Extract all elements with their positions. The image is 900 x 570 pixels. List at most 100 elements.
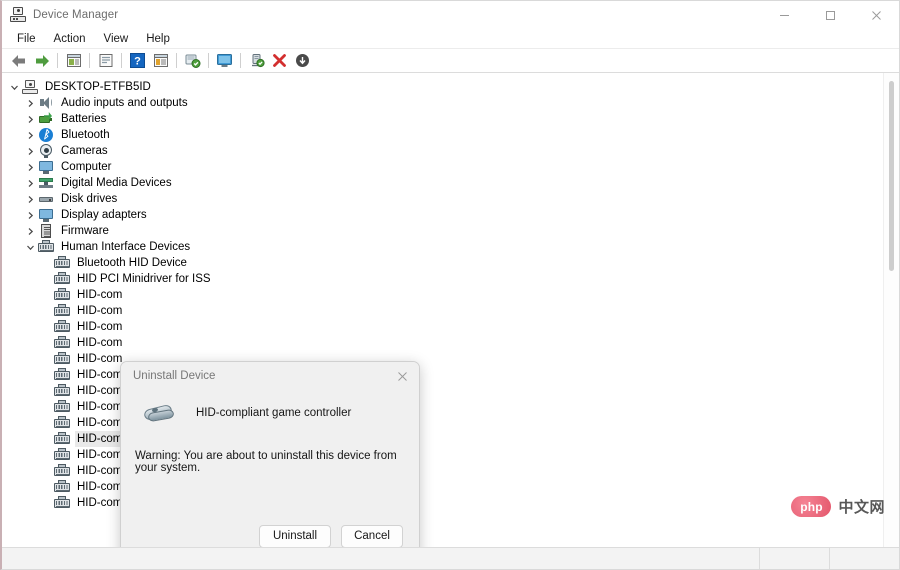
device-row: HID-compliant game controller bbox=[135, 402, 405, 424]
list-item[interactable]: HID-com bbox=[2, 319, 883, 335]
hid-icon bbox=[54, 271, 70, 287]
list-item[interactable]: HID PCI Minidriver for ISS bbox=[2, 271, 883, 287]
show-hide-console-tree-icon[interactable] bbox=[62, 50, 85, 72]
bluetooth-icon: ᛒ bbox=[38, 127, 54, 143]
tree-item-label: Bluetooth bbox=[61, 129, 110, 141]
tree-item-display-adapters[interactable]: Display adapters bbox=[2, 207, 883, 223]
tree-item-label: Digital Media Devices bbox=[61, 177, 172, 189]
chevron-right-icon[interactable] bbox=[22, 127, 38, 143]
firmware-icon bbox=[38, 223, 54, 239]
list-item[interactable]: HID-com bbox=[2, 303, 883, 319]
hid-icon bbox=[54, 447, 70, 463]
tree-item-disk-drives[interactable]: Disk drives bbox=[2, 191, 883, 207]
hid-icon bbox=[54, 479, 70, 495]
chevron-right-icon[interactable] bbox=[22, 223, 38, 239]
dialog-title: Uninstall Device bbox=[133, 370, 216, 382]
tree-item-bluetooth[interactable]: ᛒ Bluetooth bbox=[2, 127, 883, 143]
toolbar-separator bbox=[121, 53, 122, 68]
cancel-button[interactable]: Cancel bbox=[341, 524, 403, 547]
tree-item-human-interface-devices[interactable]: Human Interface Devices bbox=[2, 239, 883, 255]
list-item-label: HID-com bbox=[77, 321, 123, 333]
list-item-label: HID-com bbox=[77, 305, 123, 317]
dialog-footer: Uninstall Cancel bbox=[121, 510, 419, 547]
chevron-right-icon[interactable] bbox=[22, 143, 38, 159]
device-manager-window: Device Manager File Action View Help ? D… bbox=[0, 0, 900, 570]
computer-icon[interactable] bbox=[213, 50, 236, 72]
hid-icon bbox=[54, 383, 70, 399]
chevron-right-icon[interactable] bbox=[22, 95, 38, 111]
tree-root-desktop[interactable]: DESKTOP-ETFB5ID bbox=[2, 79, 883, 95]
window-controls bbox=[761, 1, 899, 29]
chevron-down-icon[interactable] bbox=[6, 79, 22, 95]
chevron-right-icon[interactable] bbox=[22, 191, 38, 207]
tree-item-digital-media-devices[interactable]: Digital Media Devices bbox=[2, 175, 883, 191]
menu-help[interactable]: Help bbox=[137, 30, 179, 48]
menubar: File Action View Help bbox=[2, 29, 899, 49]
hid-icon bbox=[54, 255, 70, 271]
disk-drive-icon bbox=[38, 191, 54, 207]
titlebar: Device Manager bbox=[2, 1, 899, 29]
enable-device-icon[interactable] bbox=[245, 50, 268, 72]
list-item-label: HID PCI Minidriver for ISS bbox=[77, 273, 211, 285]
minimize-button[interactable] bbox=[761, 1, 807, 29]
vertical-scrollbar[interactable] bbox=[883, 73, 899, 547]
tree-item-audio-inputs-and-outputs[interactable]: Audio inputs and outputs bbox=[2, 95, 883, 111]
watermark-text: 中文网 bbox=[838, 499, 885, 516]
hid-icon bbox=[54, 463, 70, 479]
tree-item-batteries[interactable]: Batteries bbox=[2, 111, 883, 127]
update-driver-icon[interactable] bbox=[181, 50, 204, 72]
window-title: Device Manager bbox=[33, 9, 119, 21]
menu-view[interactable]: View bbox=[95, 30, 138, 48]
tree-item-label: Human Interface Devices bbox=[61, 241, 191, 253]
statusbar bbox=[2, 547, 899, 569]
content-area: DESKTOP-ETFB5ID Audio inputs and outputs… bbox=[2, 73, 899, 547]
back-icon[interactable] bbox=[7, 50, 30, 72]
tree-item-label: Disk drives bbox=[61, 193, 118, 205]
help-icon[interactable]: ? bbox=[126, 50, 149, 72]
computer-icon bbox=[22, 79, 38, 95]
close-button[interactable] bbox=[853, 1, 899, 29]
tree-item-label: Batteries bbox=[61, 113, 107, 125]
menu-action[interactable]: Action bbox=[45, 30, 95, 48]
chevron-down-icon[interactable] bbox=[22, 239, 38, 255]
install-legacy-hardware-icon[interactable] bbox=[291, 50, 314, 72]
chevron-right-icon[interactable] bbox=[22, 207, 38, 223]
hid-icon bbox=[54, 287, 70, 303]
game-controller-icon bbox=[143, 402, 177, 424]
list-item[interactable]: Bluetooth HID Device bbox=[2, 255, 883, 271]
tree-item-computer[interactable]: Computer bbox=[2, 159, 883, 175]
list-item[interactable]: HID-com bbox=[2, 287, 883, 303]
hid-icon bbox=[54, 351, 70, 367]
battery-icon bbox=[38, 111, 54, 127]
warning-text: Warning: You are about to uninstall this… bbox=[135, 450, 397, 474]
scrollbar-thumb[interactable] bbox=[889, 81, 894, 271]
watermark: php 中文网 bbox=[791, 496, 885, 517]
hid-icon bbox=[38, 239, 54, 255]
tree-item-cameras[interactable]: Cameras bbox=[2, 143, 883, 159]
chevron-right-icon[interactable] bbox=[22, 175, 38, 191]
tree-root-label: DESKTOP-ETFB5ID bbox=[45, 81, 151, 93]
uninstall-button[interactable]: Uninstall bbox=[259, 524, 331, 547]
forward-icon[interactable] bbox=[30, 50, 53, 72]
hid-icon bbox=[54, 335, 70, 351]
chevron-right-icon[interactable] bbox=[22, 111, 38, 127]
close-icon[interactable] bbox=[385, 362, 419, 390]
toolbar: ? bbox=[2, 49, 899, 73]
list-item-label: HID-com bbox=[75, 431, 125, 447]
tree-item-firmware[interactable]: Firmware bbox=[2, 223, 883, 239]
properties-icon[interactable] bbox=[94, 50, 117, 72]
scan-hardware-changes-icon[interactable] bbox=[149, 50, 172, 72]
tree-item-label: Audio inputs and outputs bbox=[61, 97, 188, 109]
hid-icon bbox=[54, 495, 70, 511]
list-item[interactable]: HID-com bbox=[2, 335, 883, 351]
toolbar-separator bbox=[57, 53, 58, 68]
tree-item-label: Cameras bbox=[61, 145, 108, 157]
chevron-right-icon[interactable] bbox=[22, 159, 38, 175]
list-item-label: HID-com bbox=[77, 353, 123, 365]
uninstall-device-icon[interactable] bbox=[268, 50, 291, 72]
maximize-button[interactable] bbox=[807, 1, 853, 29]
toolbar-separator bbox=[208, 53, 209, 68]
menu-file[interactable]: File bbox=[8, 30, 45, 48]
php-logo: php bbox=[791, 496, 832, 517]
svg-text:?: ? bbox=[134, 56, 141, 68]
